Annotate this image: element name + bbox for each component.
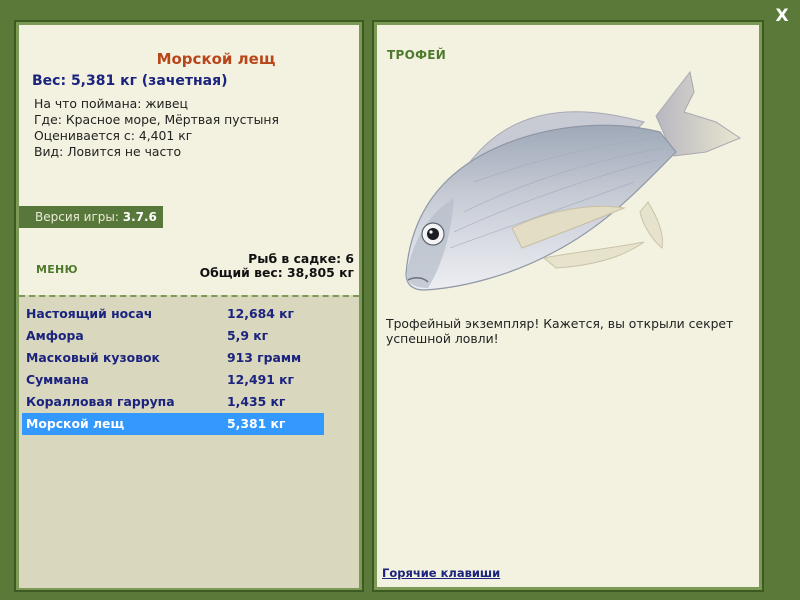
- close-button[interactable]: X: [772, 6, 792, 26]
- list-item-weight: 5,9 кг: [227, 328, 269, 343]
- fish-title: Морской лещ: [156, 50, 276, 68]
- list-item-name: Коралловая гаррупа: [26, 394, 175, 409]
- total-weight: Общий вес: 38,805 кг: [199, 265, 354, 280]
- fish-bait: На что поймана: живец: [34, 96, 188, 111]
- version-label: Версия игры:: [35, 210, 119, 224]
- list-item-name: Амфора: [26, 328, 84, 343]
- list-item[interactable]: Морской лещ 5,381 кг: [22, 413, 324, 435]
- version-badge: Версия игры: 3.7.6: [19, 206, 163, 228]
- list-item-name: Морской лещ: [26, 416, 125, 431]
- trophy-panel: ТРОФЕЙ Трофейный экземпляр! Кажется, вы …: [372, 20, 764, 592]
- list-item-weight: 12,491 кг: [227, 372, 295, 387]
- list-item[interactable]: Суммана 12,491 кг: [22, 369, 324, 391]
- list-item[interactable]: Коралловая гаррупа 1,435 кг: [22, 391, 324, 413]
- list-item-weight: 913 грамм: [227, 350, 302, 365]
- list-item-name: Суммана: [26, 372, 89, 387]
- list-item-weight: 5,381 кг: [227, 416, 286, 431]
- keepnet-stats: Рыб в садке: 6 Общий вес: 38,805 кг: [186, 252, 354, 280]
- list-item[interactable]: Амфора 5,9 кг: [22, 325, 324, 347]
- menu-button[interactable]: МЕНЮ: [36, 263, 78, 276]
- fish-threshold: Оценивается с: 4,401 кг: [34, 128, 193, 143]
- list-item-weight: 12,684 кг: [227, 306, 295, 321]
- list-item-weight: 1,435 кг: [227, 394, 286, 409]
- fish-image: [405, 70, 742, 291]
- list-item-name: Масковый кузовок: [26, 350, 160, 365]
- list-item[interactable]: Масковый кузовок 913 грамм: [22, 347, 324, 369]
- fish-count: Рыб в садке: 6: [248, 251, 354, 266]
- catch-list: Настоящий носач 12,684 кг Амфора 5,9 кг …: [19, 295, 359, 588]
- fish-location: Где: Красное море, Мёртвая пустыня: [34, 112, 279, 127]
- list-item-name: Настоящий носач: [26, 306, 153, 321]
- version-value: 3.7.6: [122, 210, 157, 224]
- fish-weight: Вес: 5,381 кг (зачетная): [32, 73, 228, 89]
- hotkeys-link[interactable]: Горячие клавиши: [382, 566, 500, 580]
- fish-info-panel: Морской лещ Вес: 5,381 кг (зачетная) На …: [14, 20, 364, 592]
- fish-rarity: Вид: Ловится не часто: [34, 144, 182, 159]
- list-item[interactable]: Настоящий носач 12,684 кг: [22, 303, 324, 325]
- trophy-message: Трофейный экземпляр! Кажется, вы открыли…: [386, 316, 734, 346]
